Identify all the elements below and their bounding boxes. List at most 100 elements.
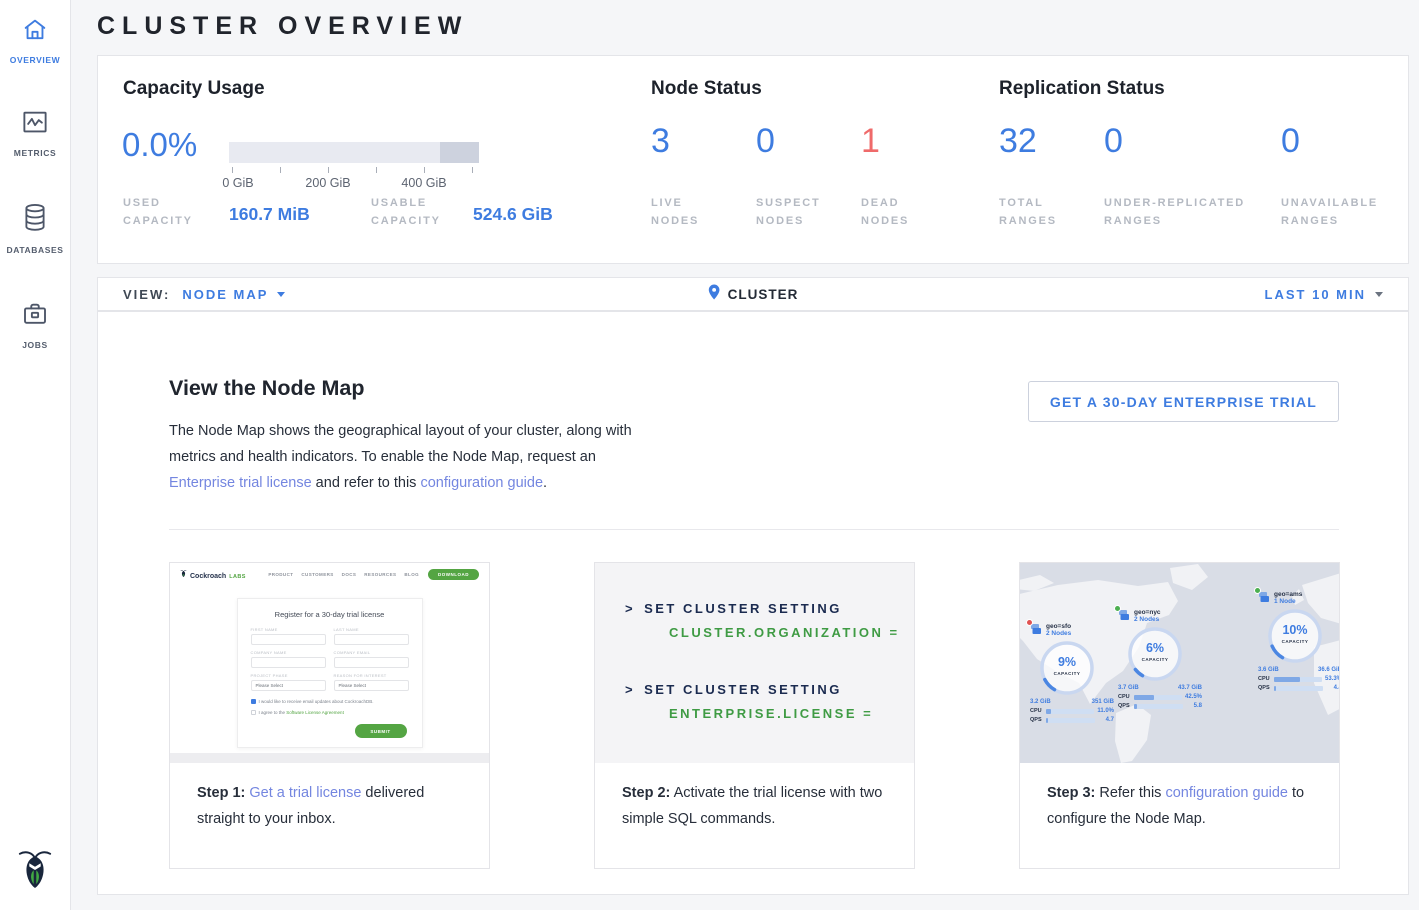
configuration-guide-link[interactable]: configuration guide	[420, 475, 543, 491]
cpu-bar	[1134, 695, 1182, 700]
used-gib: 3.6 GiB	[1258, 667, 1279, 673]
mini-select: Please Select	[251, 680, 326, 691]
dead-nodes-value: 1	[861, 122, 880, 161]
chevron-down-icon	[277, 292, 285, 297]
qps-value: 4.4	[1326, 685, 1339, 691]
unavailable-ranges-label: UNAVAILABLE RANGES	[1281, 194, 1396, 230]
view-selector-dropdown[interactable]: VIEW: NODE MAP	[123, 287, 285, 302]
step2-caption: Step 2: Activate the trial license with …	[595, 763, 914, 832]
mini-register-form: Register for a 30-day trial license FIRS…	[237, 598, 423, 748]
sql-command-line: >SET CLUSTER SETTING	[625, 682, 914, 697]
step3-caption: Step 3: Refer this configuration guide t…	[1020, 763, 1339, 832]
total-gib: 351 GiB	[1092, 699, 1114, 705]
mini-license-link: Software License Agreement	[286, 710, 344, 715]
qps-label: QPS	[1030, 717, 1043, 723]
mini-field-label: REASON FOR INTEREST	[334, 673, 409, 678]
mini-field-label: FIRST NAME	[251, 627, 326, 632]
gauge-tick-label: 200 GiB	[305, 176, 350, 190]
sql-setting-license: ENTERPRISE.LICENSE =	[669, 706, 914, 721]
locality-widget-sfo: geo=sfo 2 Nodes 9% CAPACITY 3.2 GiB351 G…	[1030, 623, 1114, 723]
cpu-label: CPU	[1118, 694, 1131, 700]
sidebar-item-overview[interactable]: OVERVIEW	[0, 16, 70, 65]
capacity-percent: 0.0%	[122, 126, 197, 164]
healthy-badge-icon	[1254, 587, 1261, 594]
dead-nodes-label: DEAD NODES	[861, 194, 941, 230]
gauge-tick	[376, 167, 377, 173]
healthy-badge-icon	[1114, 605, 1121, 612]
description-text: and refer to this	[312, 475, 421, 491]
step-number: Step 1:	[197, 785, 245, 801]
mini-form-title: Register for a 30-day trial license	[251, 610, 409, 619]
qps-label: QPS	[1258, 685, 1271, 691]
enterprise-trial-license-link[interactable]: Enterprise trial license	[169, 475, 312, 491]
used-gib: 3.7 GiB	[1118, 685, 1139, 691]
sidebar-item-metrics[interactable]: METRICS	[0, 107, 70, 158]
cpu-label: CPU	[1030, 708, 1043, 714]
mini-checkbox-checked	[251, 699, 256, 704]
time-range-dropdown[interactable]: LAST 10 MIN	[1265, 287, 1383, 302]
total-ranges-label: TOTAL RANGES	[999, 194, 1079, 230]
sidebar-item-jobs[interactable]: JOBS	[0, 299, 70, 350]
node-map-preview: geo=sfo 2 Nodes 9% CAPACITY 3.2 GiB351 G…	[1020, 563, 1339, 763]
main-area: CLUSTER OVERVIEW Capacity Usage 0.0% 0 G…	[71, 0, 1419, 910]
capacity-percent: 9%	[1038, 655, 1096, 669]
get-trial-license-link[interactable]: Get a trial license	[249, 785, 361, 801]
enterprise-trial-button[interactable]: GET A 30-DAY ENTERPRISE TRIAL	[1028, 381, 1339, 422]
locality-node-count: 1 Node	[1274, 598, 1302, 605]
mini-field: REASON FOR INTERESTPlease Select	[334, 673, 409, 691]
sql-setting-organization: CLUSTER.ORGANIZATION =	[669, 625, 914, 640]
mini-field-label: COMPANY NAME	[251, 650, 326, 655]
node-map-description: The Node Map shows the geographical layo…	[169, 418, 639, 496]
mini-checkbox	[251, 710, 256, 715]
step1-caption: Step 1: Get a trial license delivered st…	[170, 763, 489, 832]
cpu-value: 53.3%	[1325, 676, 1339, 682]
home-icon	[21, 16, 49, 49]
capacity-usage-title: Capacity Usage	[123, 78, 265, 100]
mini-nav-item: PRODUCT	[268, 572, 293, 577]
unavailable-ranges-value: 0	[1281, 122, 1300, 161]
cpu-value: 42.5%	[1185, 694, 1202, 700]
mini-field: PROJECT PHASE Please Select	[251, 673, 326, 691]
gauge-tick	[280, 167, 281, 173]
locality-name: geo=sfo	[1046, 623, 1071, 630]
step3-card: geo=sfo 2 Nodes 9% CAPACITY 3.2 GiB351 G…	[1019, 562, 1340, 869]
mini-cockroach-logo: Cockroach LABS	[180, 569, 246, 580]
sql-prompt: >	[625, 601, 635, 616]
mini-logo-text: Cockroach	[190, 573, 226, 580]
capacity-label: CAPACITY	[1038, 671, 1096, 676]
cockroachdb-logo-icon	[16, 847, 54, 896]
register-screenshot: Cockroach LABS PRODUCT CUSTOMERS DOCS RE…	[170, 563, 489, 763]
map-pin-icon	[708, 284, 721, 305]
locality-name: geo=nyc	[1134, 609, 1161, 616]
step-number: Step 3:	[1047, 785, 1095, 801]
used-capacity-label: USED CAPACITY	[123, 194, 215, 230]
mini-field: COMPANY NAME	[251, 650, 326, 668]
locality-name: geo=ams	[1274, 591, 1302, 598]
qps-label: QPS	[1118, 703, 1131, 709]
view-bar: VIEW: NODE MAP CLUSTER LAST 10 MIN	[97, 277, 1409, 311]
replication-status-title: Replication Status	[999, 78, 1165, 100]
view-value: NODE MAP	[182, 287, 268, 302]
qps-bar	[1134, 704, 1183, 709]
mini-site-header: Cockroach LABS PRODUCT CUSTOMERS DOCS RE…	[170, 563, 489, 585]
mini-checkbox-row: I would like to receive email updates ab…	[251, 699, 409, 704]
total-gib: 43.7 GiB	[1178, 685, 1202, 691]
total-gib: 36.6 GiB	[1318, 667, 1339, 673]
mini-field-label: COMPANY EMAIL	[334, 650, 409, 655]
mini-input	[334, 657, 409, 668]
mini-field: COMPANY EMAIL	[334, 650, 409, 668]
breadcrumb[interactable]: CLUSTER	[708, 284, 799, 305]
gauge-tick	[232, 167, 233, 173]
mini-nav-item: CUSTOMERS	[301, 572, 333, 577]
used-gib: 3.2 GiB	[1030, 699, 1051, 705]
capacity-label: CAPACITY	[1266, 639, 1324, 644]
sidebar-item-databases[interactable]: DATABASES	[0, 202, 70, 255]
mini-site-nav: PRODUCT CUSTOMERS DOCS RESOURCES BLOG	[268, 572, 419, 577]
node-map-heading: View the Node Map	[169, 376, 365, 401]
cpu-value: 11.0%	[1097, 708, 1114, 714]
mini-field: FIRST NAME	[251, 627, 326, 645]
page-title: CLUSTER OVERVIEW	[97, 12, 468, 41]
mini-field-label: PROJECT PHASE	[251, 673, 326, 678]
capacity-ring: 6% CAPACITY	[1126, 625, 1184, 683]
configuration-guide-link[interactable]: configuration guide	[1165, 785, 1288, 801]
